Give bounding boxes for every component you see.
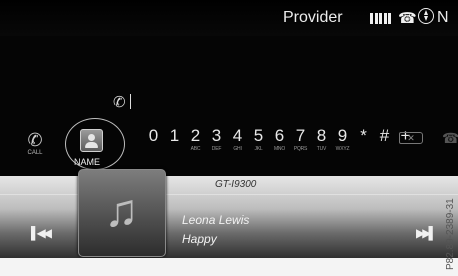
end-call-icon[interactable]: ☎: [442, 130, 458, 147]
key-3[interactable]: 3 DEF: [206, 126, 227, 152]
provider-label: Provider: [283, 9, 343, 26]
status-bar: Provider ☎ N: [0, 0, 458, 36]
device-name: GT-I9300: [215, 179, 257, 190]
bottom-strip: [0, 258, 458, 276]
key-4[interactable]: 4 GHI: [227, 126, 248, 152]
compass-icon: [418, 8, 434, 24]
signal-bars-icon: [370, 11, 393, 29]
key-0[interactable]: 0: [143, 126, 164, 152]
key-1[interactable]: 1: [164, 126, 185, 152]
name-label: NAME: [74, 157, 101, 167]
figure-code: P82.89-2389-31: [445, 198, 456, 270]
next-track-icon[interactable]: ▶▶▌: [416, 226, 437, 240]
artist-name: Leona Lewis: [182, 213, 250, 227]
phone-handset-icon: ☎: [398, 10, 417, 27]
contact-card-icon[interactable]: [80, 129, 103, 152]
dial-input[interactable]: ✆: [113, 93, 132, 111]
compass-heading: N: [437, 9, 449, 26]
key-6[interactable]: 6 MNO: [269, 126, 290, 152]
key-hash[interactable]: #: [374, 126, 395, 152]
key-8[interactable]: 8 TUV: [311, 126, 332, 152]
phone-handset-icon: ✆: [27, 130, 43, 150]
key-7[interactable]: 7 PQRS: [290, 126, 311, 152]
keypad: 0 1 2 ABC 3 DEF 4 GHI 5 JKL 6 MNO 7 PQRS 8 TUV …: [143, 126, 416, 152]
phone-handset-icon: ✆: [113, 94, 126, 111]
key-5[interactable]: 5 JKL: [248, 126, 269, 152]
previous-track-icon[interactable]: ▌◀◀: [31, 226, 52, 240]
key-star[interactable]: *: [353, 126, 374, 152]
call-button[interactable]: ✆ CALL: [20, 130, 50, 156]
key-9[interactable]: 9 WXYZ: [332, 126, 353, 152]
text-cursor: [129, 94, 132, 109]
track-title: Happy: [182, 232, 217, 246]
music-note-icon: ♫: [104, 184, 139, 236]
key-2[interactable]: 2 ABC: [185, 126, 206, 152]
phone-screen: Provider ☎ N ✆ ✆ CALL NAME 0 1 2 ABC 3 DEF…: [0, 0, 458, 276]
backspace-icon[interactable]: ✕: [399, 132, 423, 144]
call-label: CALL: [27, 150, 43, 156]
